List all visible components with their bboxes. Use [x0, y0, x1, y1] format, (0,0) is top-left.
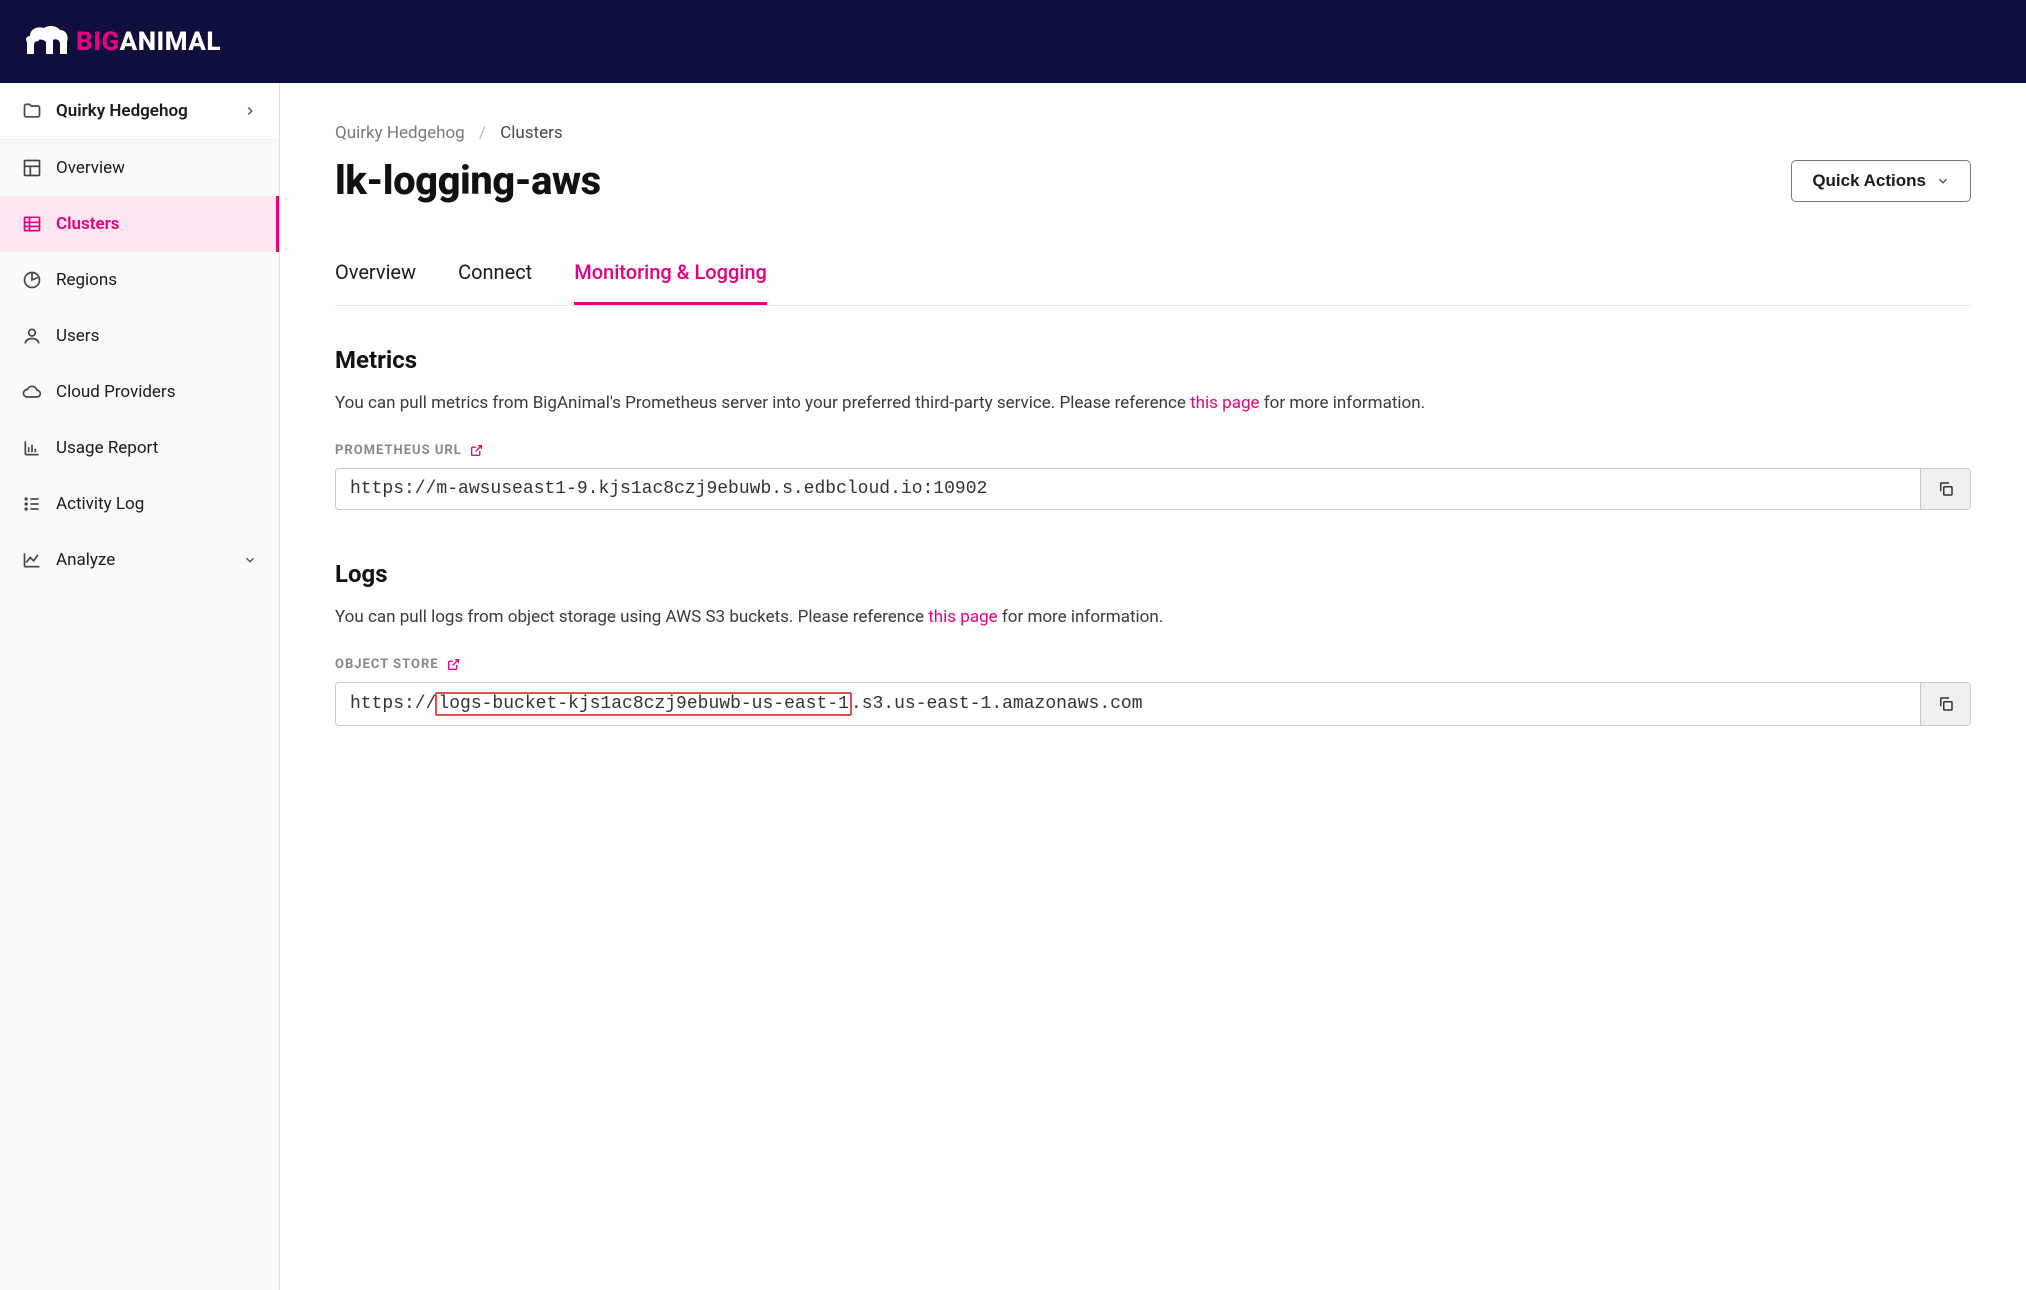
- elephant-icon: [20, 24, 70, 60]
- copy-object-store-url-button[interactable]: [1920, 683, 1970, 725]
- chevron-down-icon: [243, 553, 257, 567]
- logs-link[interactable]: this page: [928, 607, 997, 627]
- sidebar-item-cloud-providers[interactable]: Cloud Providers: [0, 364, 279, 420]
- pie-icon: [22, 270, 42, 290]
- logo[interactable]: BIGANIMAL: [20, 24, 221, 60]
- logo-text: BIGANIMAL: [76, 27, 221, 57]
- quick-actions-label: Quick Actions: [1812, 171, 1926, 191]
- sidebar-item-label: Regions: [56, 270, 117, 290]
- sidebar-item-overview[interactable]: Overview: [0, 140, 279, 196]
- object-store-url-input[interactable]: https://logs-bucket-kjs1ac8czj9ebuwb-us-…: [336, 683, 1920, 725]
- sidebar-item-label: Activity Log: [56, 494, 144, 514]
- copy-icon: [1937, 695, 1955, 713]
- sidebar-item-users[interactable]: Users: [0, 308, 279, 364]
- chevron-right-icon: [243, 104, 257, 118]
- sidebar-item-usage-report[interactable]: Usage Report: [0, 420, 279, 476]
- metrics-link[interactable]: this page: [1190, 393, 1259, 413]
- copy-icon: [1937, 480, 1955, 498]
- sidebar-item-label: Overview: [56, 158, 125, 178]
- logs-description: You can pull logs from object storage us…: [335, 604, 1971, 631]
- dashboard-icon: [22, 158, 42, 178]
- table-icon: [22, 214, 42, 234]
- object-store-url-row: https://logs-bucket-kjs1ac8czj9ebuwb-us-…: [335, 682, 1971, 726]
- breadcrumb-section[interactable]: Clusters: [500, 123, 562, 143]
- line-chart-icon: [22, 550, 42, 570]
- header: BIGANIMAL: [0, 0, 2026, 83]
- metrics-heading: Metrics: [335, 346, 1971, 374]
- logs-heading: Logs: [335, 560, 1971, 588]
- breadcrumb-separator: /: [479, 123, 486, 143]
- main: Quirky Hedgehog / Clusters lk-logging-aw…: [280, 83, 2026, 1290]
- chevron-down-icon: [1936, 174, 1950, 188]
- quick-actions-button[interactable]: Quick Actions: [1791, 160, 1971, 202]
- sidebar-project-selector[interactable]: Quirky Hedgehog: [0, 83, 279, 140]
- prometheus-url-input[interactable]: https://m-awsuseast1-9.kjs1ac8czj9ebuwb.…: [336, 469, 1920, 509]
- prometheus-url-label: PROMETHEUS URL: [335, 443, 1971, 458]
- sidebar: Quirky Hedgehog Overview Clusters Region…: [0, 83, 280, 1290]
- external-link-icon[interactable]: [470, 444, 483, 457]
- sidebar-item-regions[interactable]: Regions: [0, 252, 279, 308]
- tab-overview[interactable]: Overview: [335, 254, 416, 305]
- breadcrumb-project[interactable]: Quirky Hedgehog: [335, 123, 465, 143]
- bar-chart-icon: [22, 438, 42, 458]
- metrics-description: You can pull metrics from BigAnimal's Pr…: [335, 390, 1971, 417]
- user-icon: [22, 326, 42, 346]
- sidebar-item-clusters[interactable]: Clusters: [0, 196, 279, 252]
- sidebar-item-analyze[interactable]: Analyze: [0, 532, 279, 588]
- object-store-label: OBJECT STORE: [335, 657, 1971, 672]
- page-title: lk-logging-aws: [335, 157, 601, 204]
- copy-prometheus-url-button[interactable]: [1920, 469, 1970, 509]
- list-icon: [22, 494, 42, 514]
- sidebar-item-label: Cloud Providers: [56, 382, 175, 402]
- folder-icon: [22, 101, 42, 121]
- tabs: Overview Connect Monitoring & Logging: [335, 254, 1971, 306]
- external-link-icon[interactable]: [447, 658, 460, 671]
- prometheus-url-row: https://m-awsuseast1-9.kjs1ac8czj9ebuwb.…: [335, 468, 1971, 510]
- cloud-icon: [22, 382, 42, 402]
- tab-monitoring-logging[interactable]: Monitoring & Logging: [574, 254, 767, 305]
- sidebar-project-label: Quirky Hedgehog: [56, 101, 188, 121]
- sidebar-item-label: Users: [56, 326, 99, 346]
- sidebar-item-activity-log[interactable]: Activity Log: [0, 476, 279, 532]
- bucket-name-highlight: logs-bucket-kjs1ac8czj9ebuwb-us-east-1: [436, 693, 850, 715]
- tab-connect[interactable]: Connect: [458, 254, 532, 305]
- sidebar-item-label: Clusters: [56, 214, 119, 234]
- breadcrumb: Quirky Hedgehog / Clusters: [335, 123, 1971, 143]
- sidebar-item-label: Usage Report: [56, 438, 158, 458]
- sidebar-item-label: Analyze: [56, 550, 115, 570]
